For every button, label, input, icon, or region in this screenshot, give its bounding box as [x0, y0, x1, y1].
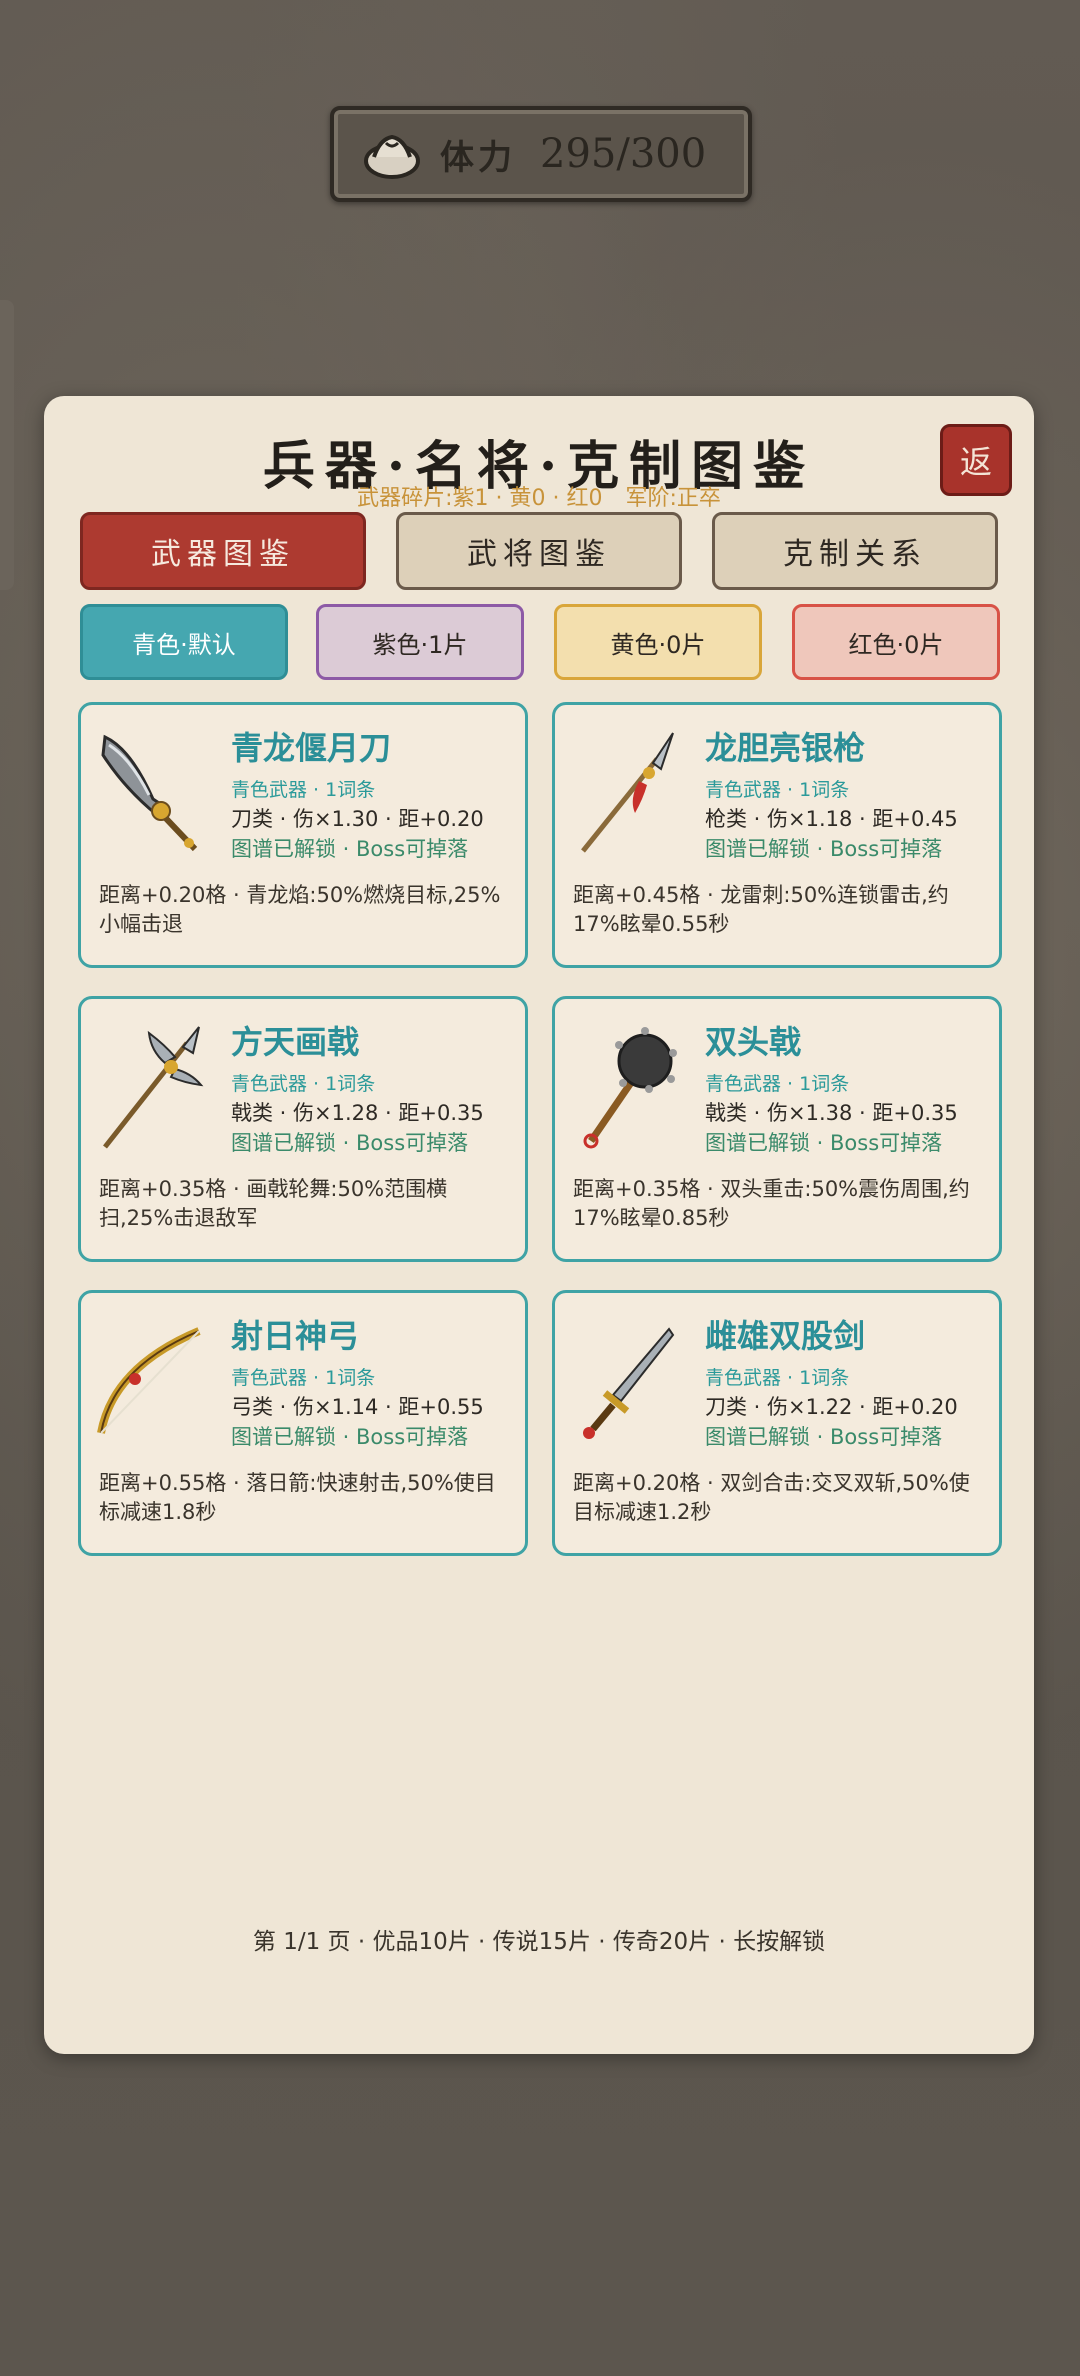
weapon-card[interactable]: 双头戟 青色武器 · 1词条 戟类 · 伤×1.38 · 距+0.35 图谱已解… [552, 996, 1002, 1262]
tab-counter-relations[interactable]: 克制关系 [712, 512, 998, 590]
weapon-name: 龙胆亮银枪 [705, 729, 866, 767]
rarity-filter-bar: 青色·默认 紫色·1片 黄色·0片 红色·0片 [80, 604, 1000, 680]
stamina-value: 295/300 [540, 131, 707, 177]
weapon-tier: 青色武器 · 1词条 [231, 779, 376, 801]
weapon-stats: 枪类 · 伤×1.18 · 距+0.45 [705, 807, 958, 831]
weapon-description: 距离+0.20格 · 双剑合击:交叉双斩,50%使目标减速1.2秒 [573, 1471, 970, 1524]
filter-red[interactable]: 红色·0片 [792, 604, 1000, 680]
military-rank: 军阶:正卒 [625, 486, 721, 511]
weapon-unlock-status: 图谱已解锁 · Boss可掉落 [705, 837, 943, 861]
weapon-unlock-status: 图谱已解锁 · Boss可掉落 [231, 837, 469, 861]
filter-cyan[interactable]: 青色·默认 [80, 604, 288, 680]
weapon-tier: 青色武器 · 1词条 [231, 1073, 376, 1095]
weapon-tier: 青色武器 · 1词条 [705, 1367, 850, 1389]
weapon-stats: 刀类 · 伤×1.22 · 距+0.20 [705, 1395, 958, 1419]
stamina-bar: 体力 295/300 [330, 106, 752, 202]
weapon-card[interactable]: 雌雄双股剑 青色武器 · 1词条 刀类 · 伤×1.22 · 距+0.20 图谱… [552, 1290, 1002, 1556]
weapon-tier: 青色武器 · 1词条 [705, 1073, 850, 1095]
weapon-card[interactable]: 方天画戟 青色武器 · 1词条 戟类 · 伤×1.28 · 距+0.35 图谱已… [78, 996, 528, 1262]
weapon-tier: 青色武器 · 1词条 [705, 779, 850, 801]
bun-icon [360, 127, 424, 181]
weapon-card[interactable]: 青龙偃月刀 青色武器 · 1词条 刀类 · 伤×1.30 · 距+0.20 图谱… [78, 702, 528, 968]
weapon-unlock-status: 图谱已解锁 · Boss可掉落 [705, 1425, 943, 1449]
weapon-card[interactable]: 射日神弓 青色武器 · 1词条 弓类 · 伤×1.14 · 距+0.55 图谱已… [78, 1290, 528, 1556]
codex-panel: 兵器·名将·克制图鉴 武器碎片:紫1 · 黄0 · 红0 军阶:正卒 返 武器图… [44, 396, 1034, 2054]
weapon-stats: 弓类 · 伤×1.14 · 距+0.55 [231, 1395, 484, 1419]
weapon-name: 雌雄双股剑 [705, 1317, 866, 1355]
tab-bar: 武器图鉴 武将图鉴 克制关系 [80, 512, 1000, 590]
glaive-icon [95, 729, 205, 859]
weapon-description: 距离+0.20格 · 青龙焰:50%燃烧目标,25%小幅击退 [99, 883, 501, 936]
fragment-counts: 武器碎片:紫1 · 黄0 · 红0 [357, 486, 603, 511]
stamina-label: 体力 [440, 137, 516, 178]
weapon-stats: 刀类 · 伤×1.30 · 距+0.20 [231, 807, 484, 831]
bow-icon [95, 1317, 205, 1447]
weapon-description: 距离+0.35格 · 双头重击:50%震伤周围,约17%眩晕0.85秒 [573, 1177, 970, 1230]
pagination-footer: 第 1/1 页 · 优品10片 · 传说15片 · 传奇20片 · 长按解锁 [252, 1929, 826, 1955]
spear-icon [569, 729, 679, 859]
halberd-icon [95, 1023, 205, 1153]
weapon-stats: 戟类 · 伤×1.28 · 距+0.35 [231, 1101, 484, 1125]
weapon-name: 方天画戟 [231, 1023, 360, 1061]
weapon-description: 距离+0.35格 · 画戟轮舞:50%范围横扫,25%击退敌军 [99, 1177, 448, 1230]
back-button[interactable]: 返 [940, 424, 1012, 496]
weapon-unlock-status: 图谱已解锁 · Boss可掉落 [705, 1131, 943, 1155]
left-edge-tab [0, 300, 14, 590]
weapon-name: 青龙偃月刀 [231, 729, 392, 767]
tab-weapon-codex[interactable]: 武器图鉴 [80, 512, 366, 590]
weapon-name: 双头戟 [705, 1023, 802, 1061]
weapon-description: 距离+0.55格 · 落日箭:快速射击,50%使目标减速1.8秒 [99, 1471, 496, 1524]
weapon-name: 射日神弓 [231, 1317, 360, 1355]
filter-yellow[interactable]: 黄色·0片 [554, 604, 762, 680]
sword-icon [569, 1317, 679, 1447]
weapon-tier: 青色武器 · 1词条 [231, 1367, 376, 1389]
weapon-description: 距离+0.45格 · 龙雷刺:50%连锁雷击,约17%眩晕0.55秒 [573, 883, 949, 936]
panel-subtitle: 武器碎片:紫1 · 黄0 · 红0 军阶:正卒 [44, 480, 1034, 512]
weapon-unlock-status: 图谱已解锁 · Boss可掉落 [231, 1131, 469, 1155]
tab-general-codex[interactable]: 武将图鉴 [396, 512, 682, 590]
spiked-mace-icon [569, 1023, 679, 1153]
filter-purple[interactable]: 紫色·1片 [316, 604, 524, 680]
weapon-unlock-status: 图谱已解锁 · Boss可掉落 [231, 1425, 469, 1449]
weapon-card[interactable]: 龙胆亮银枪 青色武器 · 1词条 枪类 · 伤×1.18 · 距+0.45 图谱… [552, 702, 1002, 968]
weapon-stats: 戟类 · 伤×1.38 · 距+0.35 [705, 1101, 958, 1125]
